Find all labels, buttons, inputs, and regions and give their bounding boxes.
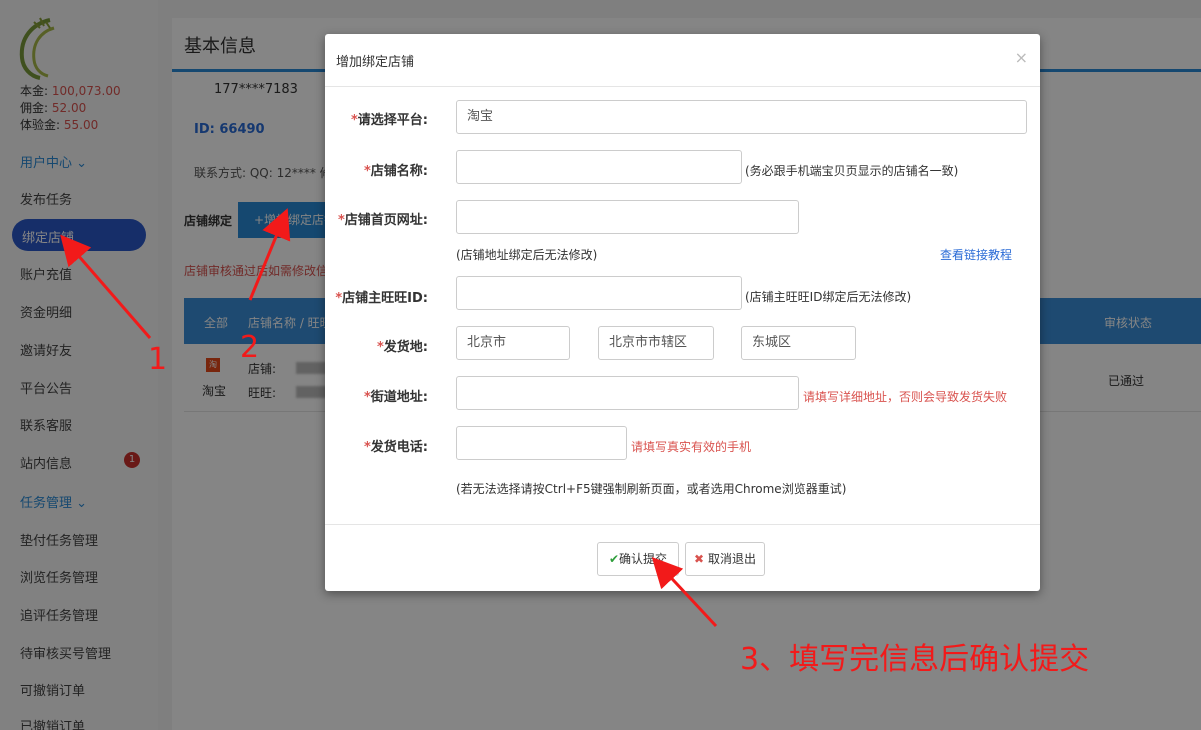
arrow-to-add-button: [248, 208, 291, 301]
step-2-label: 2: [240, 330, 260, 365]
annotation-arrows: [60, 208, 718, 628]
step-1-label: 1: [148, 342, 168, 377]
arrow-to-bind-shop: [60, 234, 152, 339]
step-3-label: 3、填写完信息后确认提交: [740, 642, 1090, 677]
arrow-to-confirm: [651, 557, 718, 628]
